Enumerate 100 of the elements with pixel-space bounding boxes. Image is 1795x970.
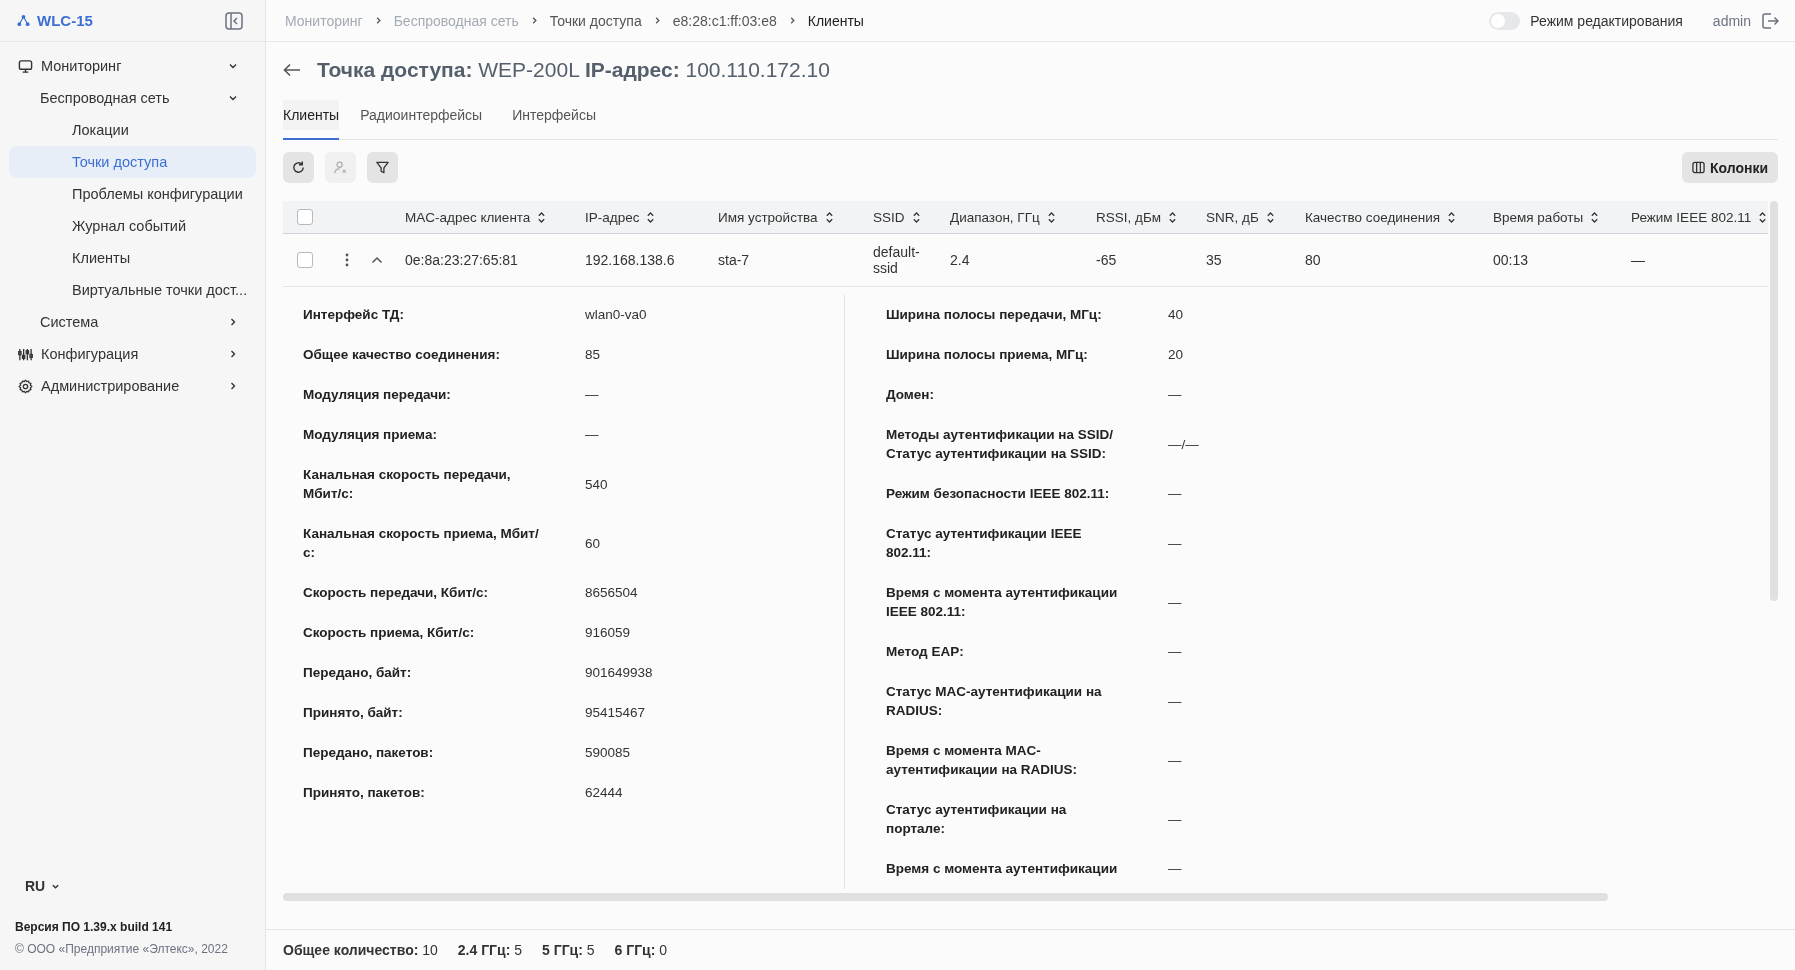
- more-options-icon[interactable]: [345, 253, 349, 267]
- table-cell: sta-7: [718, 252, 750, 268]
- column-header[interactable]: RSSI, дБм: [1096, 209, 1162, 225]
- detail-label: Принято, пакетов:: [303, 784, 426, 802]
- sidebar-item[interactable]: Проблемы конфигурации: [9, 178, 256, 210]
- sidebar-item[interactable]: Мониторинг: [9, 50, 256, 82]
- column-header[interactable]: Режим IEEE 802.11: [1631, 209, 1752, 225]
- sort-icon[interactable]: [1590, 210, 1600, 224]
- detail-value: —: [585, 427, 599, 442]
- vertical-scrollbar[interactable]: [1770, 201, 1778, 601]
- page-title: Точка доступа: WEP-200L IP-адрес: 100.110.172.10: [317, 58, 830, 82]
- sidebar-item[interactable]: Беспроводная сеть: [9, 82, 256, 114]
- detail-value: —: [1168, 594, 1182, 610]
- tab[interactable]: Клиенты: [283, 100, 340, 140]
- detail-value: 20: [1168, 347, 1184, 362]
- version-text: Версия ПО 1.39.x build 141: [15, 920, 174, 934]
- breadcrumb-link[interactable]: e8:28:c1:ff:03:e8: [672, 12, 777, 29]
- sort-icon[interactable]: [1758, 210, 1768, 224]
- sort-icon[interactable]: [646, 210, 656, 224]
- user-name[interactable]: admin: [1712, 12, 1751, 29]
- sort-icon[interactable]: [537, 210, 547, 224]
- chevron-right-icon: [228, 381, 238, 391]
- edit-mode-toggle[interactable]: [1489, 11, 1521, 30]
- sliders-icon: [18, 346, 33, 362]
- detail-value: 62444: [585, 785, 623, 800]
- network-icon: [17, 14, 30, 27]
- sidebar-item[interactable]: Клиенты: [9, 242, 256, 274]
- sort-icon[interactable]: [911, 210, 921, 224]
- detail-value: —: [1168, 861, 1182, 876]
- chevron-right-icon: [228, 349, 238, 359]
- sidebar-item[interactable]: Локации: [9, 114, 256, 146]
- column-header[interactable]: Диапазон, ГГц: [950, 209, 1040, 225]
- copyright-text: © ООО «Предприятие «Элтекс», 2022: [15, 942, 229, 956]
- chevron-down-icon: [228, 93, 238, 103]
- detail-label: Статус аутентификации IEEE 802.11:: [886, 525, 1083, 562]
- sidebar-item[interactable]: Точки доступа: [9, 146, 256, 178]
- column-header[interactable]: MAC-адрес клиента: [405, 209, 531, 225]
- table-cell: 0e:8a:23:27:65:81: [405, 252, 518, 268]
- column-header[interactable]: SNR, дБ: [1206, 209, 1259, 225]
- refresh-button[interactable]: [283, 152, 314, 183]
- detail-value: —: [1168, 752, 1182, 768]
- column-header[interactable]: SSID: [873, 209, 905, 225]
- settings-icon: [18, 378, 33, 394]
- sort-icon[interactable]: [1265, 210, 1275, 224]
- breadcrumb-link[interactable]: Точки доступа: [549, 12, 642, 29]
- sort-icon[interactable]: [1447, 210, 1457, 224]
- detail-label: Время с момента аутентификации: [886, 860, 1119, 878]
- column-header[interactable]: Качество соединения: [1305, 209, 1441, 225]
- table-cell: 2.4: [950, 252, 970, 268]
- back-arrow-icon[interactable]: [283, 63, 301, 77]
- detail-label: Ширина полосы приема, МГц:: [886, 346, 1089, 364]
- column-header[interactable]: IP-адрес: [585, 209, 640, 225]
- filter-icon: [375, 160, 390, 175]
- edit-mode-label: Режим редактирования: [1530, 12, 1683, 29]
- detail-value: 901649938: [585, 665, 653, 680]
- table-cell: 00:13: [1493, 252, 1529, 268]
- detail-value: 95415467: [585, 705, 646, 720]
- detail-label: Интерфейс ТД:: [303, 306, 405, 324]
- detail-value: wlan0-va0: [585, 307, 647, 322]
- breadcrumb-link[interactable]: Клиенты: [807, 12, 864, 29]
- sidebar-item[interactable]: Виртуальные точки дост...: [9, 274, 256, 306]
- detail-value: —: [1168, 693, 1182, 709]
- table-cell: 192.168.138.6: [585, 252, 675, 268]
- detail-value: 85: [585, 347, 601, 362]
- sidebar-item[interactable]: Конфигурация: [9, 338, 256, 370]
- column-header[interactable]: Время работы: [1493, 209, 1584, 225]
- detail-label: Канальная скорость приема, Мбит/с:: [303, 525, 539, 562]
- detail-label: Канальная скорость передачи, Мбит/с:: [303, 466, 512, 503]
- chevron-down-icon: [228, 61, 238, 71]
- tab[interactable]: Интерфейсы: [503, 100, 605, 140]
- detail-value: 590085: [585, 745, 631, 760]
- filter-button[interactable]: [367, 152, 398, 183]
- detail-value: 916059: [585, 625, 631, 640]
- detail-label: Передано, пакетов:: [303, 744, 435, 762]
- language-dropdown[interactable]: RU: [15, 878, 71, 894]
- column-header[interactable]: Имя устройства: [718, 209, 818, 225]
- chevron-up-icon[interactable]: [371, 256, 383, 264]
- sidebar-item[interactable]: Администрирование: [9, 370, 256, 402]
- detail-label: Модуляция передачи:: [303, 386, 452, 404]
- logout-icon[interactable]: [1761, 11, 1779, 30]
- columns-icon: [1691, 161, 1705, 174]
- table-cell: 35: [1206, 252, 1222, 268]
- tab[interactable]: Радиоинтерфейсы: [351, 100, 492, 140]
- app-name: WLC-15: [37, 12, 93, 29]
- detail-value: —: [1168, 535, 1182, 551]
- detail-label: Модуляция приема:: [303, 426, 438, 444]
- chevron-right-icon: [228, 317, 238, 327]
- select-all-checkbox[interactable]: [297, 209, 313, 225]
- sort-icon[interactable]: [824, 210, 834, 224]
- columns-button[interactable]: Колонки: [1681, 152, 1778, 183]
- detail-label: Домен:: [886, 386, 935, 404]
- detail-value: —: [1168, 387, 1182, 402]
- sort-icon[interactable]: [1046, 210, 1056, 224]
- sidebar-item[interactable]: Система: [9, 306, 256, 338]
- collapse-sidebar-button[interactable]: [225, 11, 243, 30]
- horizontal-scrollbar[interactable]: [283, 893, 1608, 901]
- sort-icon[interactable]: [1168, 210, 1178, 224]
- detail-label: Принято, байт:: [303, 704, 404, 722]
- sidebar-item[interactable]: Журнал событий: [9, 210, 256, 242]
- row-checkbox[interactable]: [297, 252, 313, 268]
